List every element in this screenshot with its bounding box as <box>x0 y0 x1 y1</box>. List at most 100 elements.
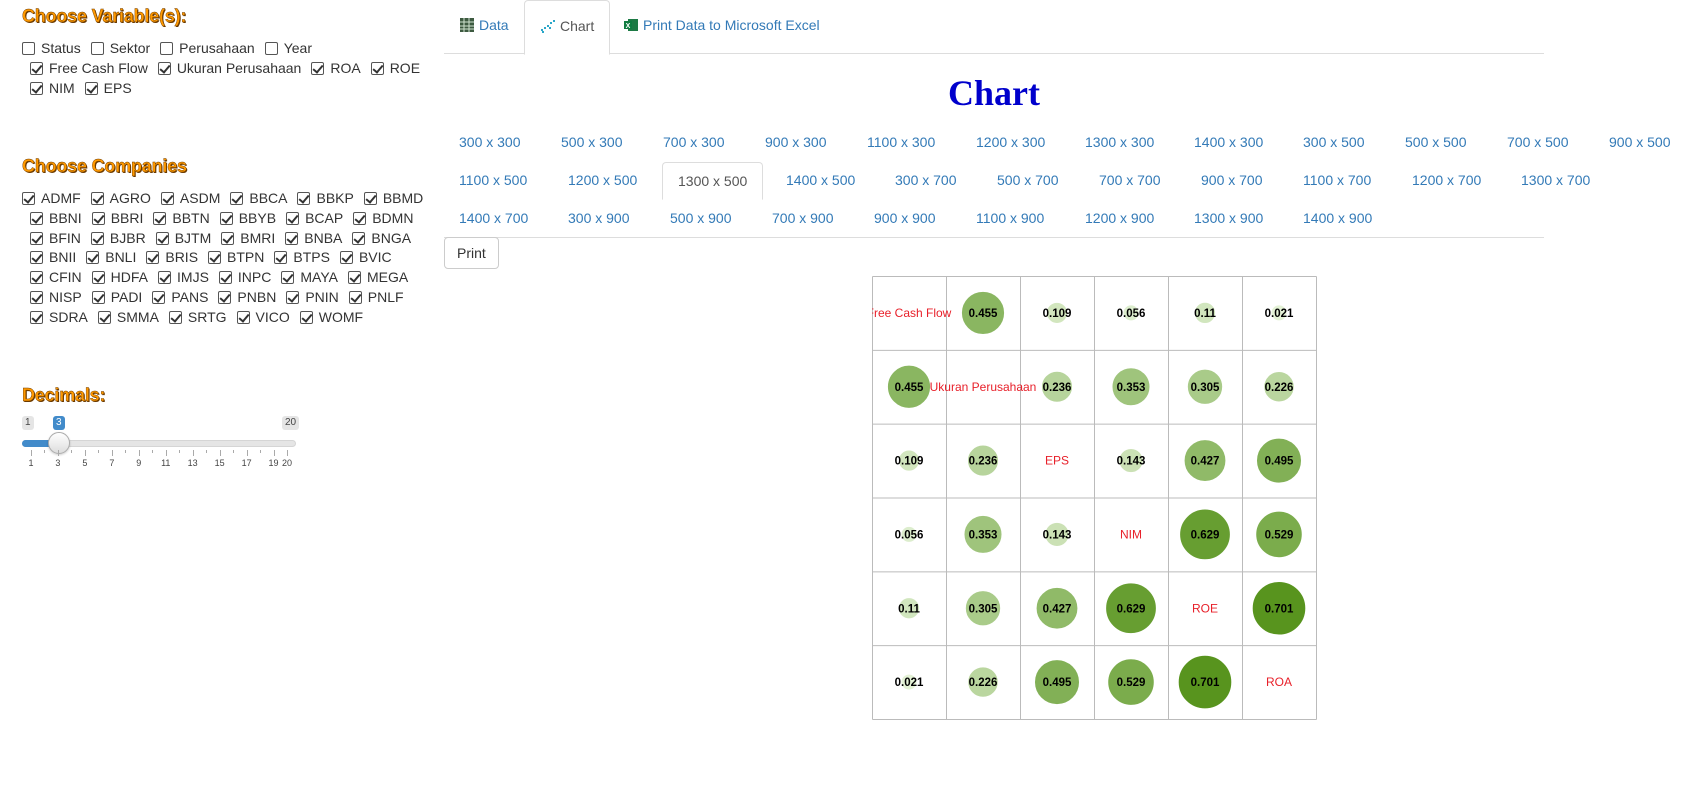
checkbox-icon[interactable] <box>274 251 288 265</box>
size-option[interactable]: 900 x 900 <box>859 200 951 238</box>
checkbox-icon[interactable] <box>91 271 105 285</box>
size-option[interactable]: 700 x 500 <box>1492 124 1584 162</box>
size-option[interactable]: 1400 x 300 <box>1179 124 1278 162</box>
company-checkbox[interactable]: BRIS <box>146 249 198 265</box>
variable-checkbox[interactable]: Sektor <box>90 40 150 56</box>
tab-data[interactable]: Data <box>444 0 524 54</box>
variable-checkbox[interactable]: ROA <box>311 60 361 76</box>
checkbox-icon[interactable] <box>90 192 104 205</box>
size-option[interactable]: 1300 x 300 <box>1070 124 1169 162</box>
checkbox-icon[interactable] <box>286 211 300 225</box>
checkbox-icon[interactable] <box>153 211 167 225</box>
variable-checkbox[interactable]: EPS <box>84 80 132 96</box>
checkbox-icon[interactable] <box>86 251 100 265</box>
company-checkbox[interactable]: ASDM <box>160 190 220 206</box>
size-option[interactable]: 1300 x 700 <box>1506 162 1605 200</box>
size-option[interactable]: 1200 x 900 <box>1070 200 1169 238</box>
checkbox-icon[interactable] <box>339 251 353 265</box>
size-option[interactable]: 300 x 900 <box>553 200 645 238</box>
checkbox-icon[interactable] <box>264 42 278 55</box>
size-option[interactable]: 1100 x 700 <box>1288 162 1386 200</box>
print-button[interactable]: Print <box>444 237 499 269</box>
checkbox-icon[interactable] <box>281 271 295 285</box>
size-option[interactable]: 1400 x 500 <box>771 162 870 200</box>
checkbox-icon[interactable] <box>168 310 182 324</box>
company-checkbox[interactable]: BVIC <box>339 249 392 265</box>
company-checkbox[interactable]: PNLF <box>348 289 404 305</box>
company-checkbox[interactable]: BNBA <box>285 230 342 246</box>
company-checkbox[interactable]: NISP <box>30 289 82 305</box>
checkbox-icon[interactable] <box>160 192 174 205</box>
size-option[interactable]: 700 x 900 <box>757 200 849 238</box>
size-option[interactable]: 1400 x 900 <box>1288 200 1387 238</box>
checkbox-icon[interactable] <box>286 291 300 304</box>
checkbox-icon[interactable] <box>353 211 367 225</box>
company-checkbox[interactable]: BNII <box>30 249 76 265</box>
size-option[interactable]: 1400 x 700 <box>444 200 543 238</box>
company-checkbox[interactable]: PNIN <box>286 289 339 305</box>
size-option[interactable]: 300 x 300 <box>444 124 536 162</box>
company-checkbox[interactable]: BBMD <box>363 190 423 206</box>
company-checkbox[interactable]: AGRO <box>90 190 151 206</box>
company-checkbox[interactable]: BBNI <box>30 210 82 226</box>
size-option[interactable]: 1200 x 500 <box>553 162 652 200</box>
size-option[interactable]: 900 x 300 <box>750 124 842 162</box>
variable-checkbox[interactable]: Ukuran Perusahaan <box>157 60 301 76</box>
checkbox-icon[interactable] <box>218 271 232 285</box>
checkbox-icon[interactable] <box>97 310 111 324</box>
checkbox-icon[interactable] <box>218 291 232 304</box>
company-checkbox[interactable]: ADMF <box>22 190 81 206</box>
checkbox-icon[interactable] <box>30 271 43 285</box>
company-checkbox[interactable]: BFIN <box>30 230 81 246</box>
checkbox-icon[interactable] <box>297 192 311 205</box>
variable-checkbox[interactable]: Status <box>22 40 81 56</box>
company-checkbox[interactable]: PADI <box>91 289 142 305</box>
checkbox-icon[interactable] <box>90 231 104 245</box>
company-checkbox[interactable]: SRTG <box>168 309 227 325</box>
checkbox-icon[interactable] <box>30 211 43 225</box>
size-option[interactable]: 300 x 500 <box>1288 124 1380 162</box>
company-checkbox[interactable]: MEGA <box>347 269 408 285</box>
checkbox-icon[interactable] <box>352 231 366 245</box>
size-option[interactable]: 1200 x 700 <box>1397 162 1496 200</box>
company-checkbox[interactable]: CFIN <box>30 269 82 285</box>
checkbox-icon[interactable] <box>347 271 361 285</box>
size-option[interactable]: 700 x 700 <box>1084 162 1176 200</box>
checkbox-icon[interactable] <box>22 192 35 205</box>
size-option[interactable]: 500 x 300 <box>546 124 638 162</box>
company-checkbox[interactable]: BCAP <box>286 210 343 226</box>
size-option[interactable]: 500 x 700 <box>982 162 1074 200</box>
checkbox-icon[interactable] <box>30 62 43 75</box>
company-checkbox[interactable]: BNLI <box>86 249 136 265</box>
company-checkbox[interactable]: PANS <box>152 289 208 305</box>
size-option[interactable]: 900 x 700 <box>1186 162 1278 200</box>
checkbox-icon[interactable] <box>146 251 160 265</box>
company-checkbox[interactable]: BBRI <box>91 210 143 226</box>
checkbox-icon[interactable] <box>230 192 244 205</box>
company-checkbox[interactable]: BJBR <box>90 230 146 246</box>
company-checkbox[interactable]: BBTN <box>153 210 210 226</box>
checkbox-icon[interactable] <box>285 231 299 245</box>
checkbox-icon[interactable] <box>157 62 171 75</box>
size-option[interactable]: 1200 x 300 <box>961 124 1060 162</box>
checkbox-icon[interactable] <box>152 291 166 304</box>
size-option[interactable]: 1300 x 500 <box>662 162 764 200</box>
checkbox-icon[interactable] <box>91 211 105 225</box>
checkbox-icon[interactable] <box>30 251 43 265</box>
company-checkbox[interactable]: BBYB <box>219 210 276 226</box>
variable-checkbox[interactable]: NIM <box>30 80 75 96</box>
variable-checkbox[interactable]: ROE <box>370 60 420 76</box>
checkbox-icon[interactable] <box>236 310 250 324</box>
checkbox-icon[interactable] <box>30 231 43 245</box>
checkbox-icon[interactable] <box>30 310 43 324</box>
company-checkbox[interactable]: BTPS <box>274 249 330 265</box>
company-checkbox[interactable]: BMRI <box>221 230 275 246</box>
company-checkbox[interactable]: BTPN <box>208 249 264 265</box>
company-checkbox[interactable]: BDMN <box>353 210 413 226</box>
size-option[interactable]: 500 x 900 <box>655 200 747 238</box>
company-checkbox[interactable]: BJTM <box>155 230 211 246</box>
checkbox-icon[interactable] <box>160 42 174 55</box>
company-checkbox[interactable]: WOMF <box>299 309 363 325</box>
company-checkbox[interactable]: IMJS <box>158 269 209 285</box>
size-option[interactable]: 300 x 700 <box>880 162 972 200</box>
